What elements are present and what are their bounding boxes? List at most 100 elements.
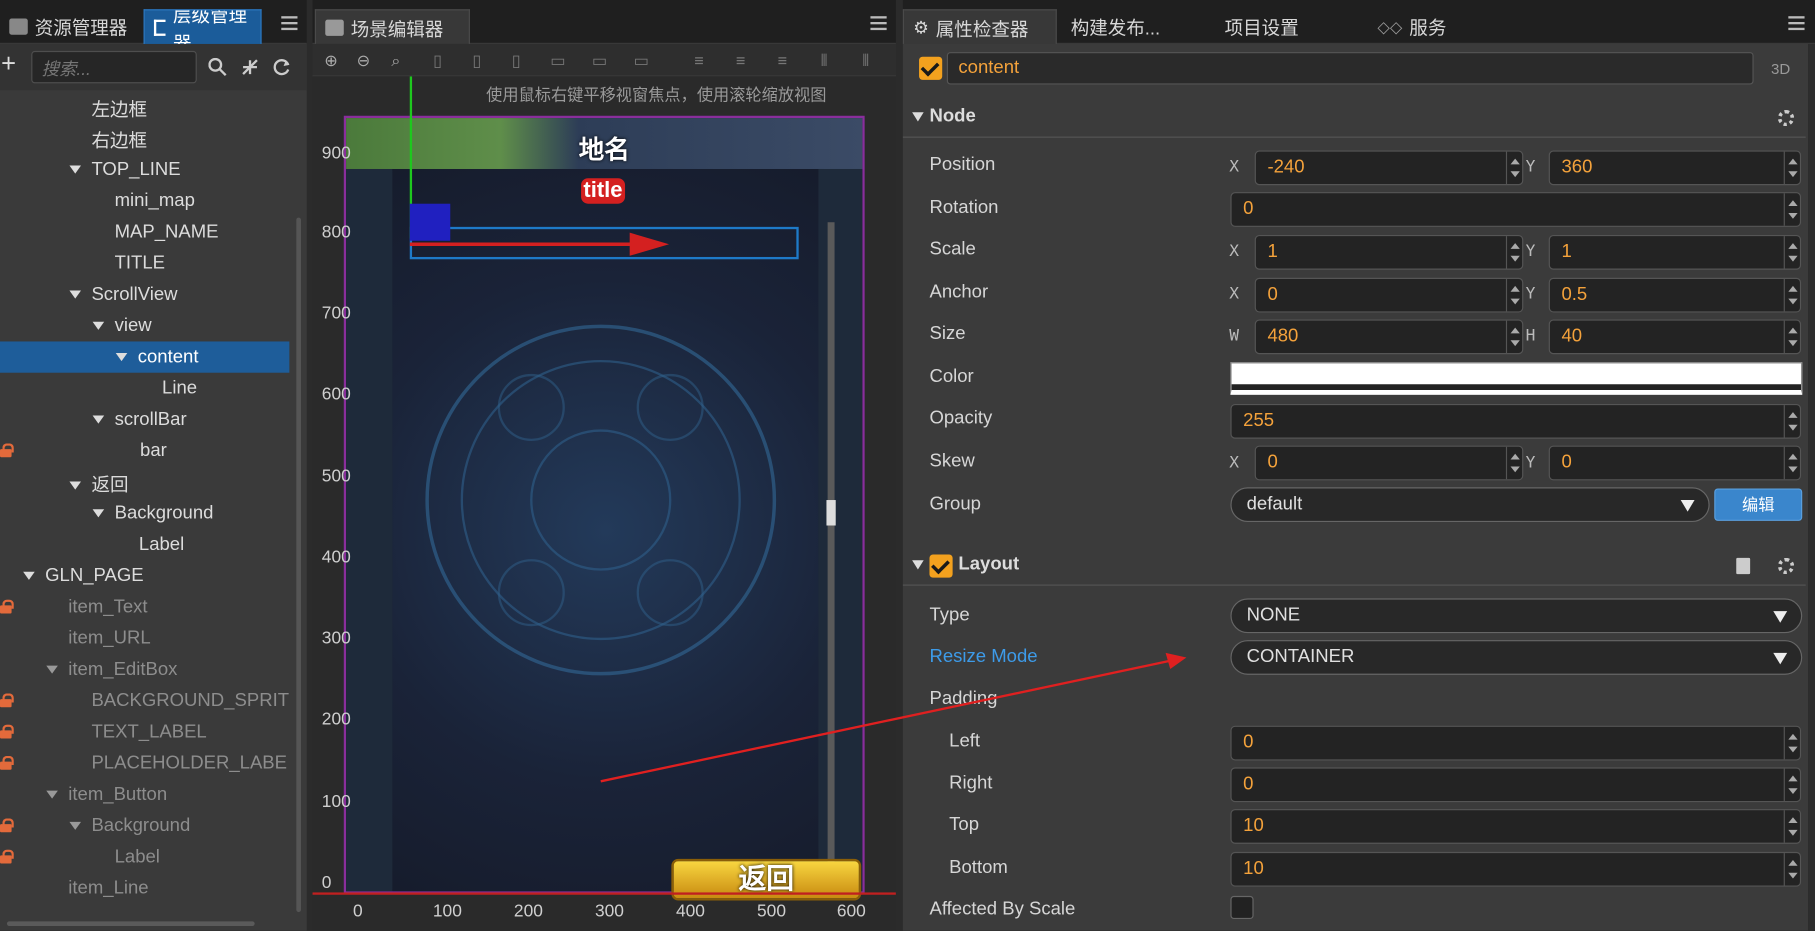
tab-inspector[interactable]: ⚙ 属性检查器 [902,9,1057,44]
expand-icon[interactable] [69,822,82,831]
affected-by-scale-checkbox[interactable] [1230,895,1254,920]
tree-node[interactable]: 右边框 [0,126,289,157]
search-input[interactable]: 搜索... [31,50,197,84]
padding-bottom-input[interactable]: 10 [1230,851,1802,887]
align-top-icon[interactable]: ▭ [549,51,568,70]
tree-node[interactable]: Label [0,529,289,560]
color-swatch[interactable] [1230,362,1803,395]
tab-hierarchy[interactable]: 层级管理器 [143,9,262,44]
tree-node[interactable]: MAP_NAME [0,216,289,247]
layout-enabled-checkbox[interactable] [929,554,953,578]
tree-node[interactable]: TEXT_LABEL [2,716,291,747]
layout-section-header[interactable]: Layout [902,546,1806,586]
tree-node[interactable]: item_Text [2,591,291,622]
scene-editor[interactable]: ⊕ ⊖ ⌕ ▯ ▯ ▯ ▭ ▭ ▭ ≡ ≡ ≡ ⫴ ⫴ 地名 title 返回 … [312,43,896,931]
tree-node[interactable]: mini_map [0,185,289,216]
collapse-icon[interactable] [241,58,260,77]
tab-build[interactable]: 构建发布... [1061,9,1169,44]
expand-icon[interactable] [115,353,128,362]
spinner-icon[interactable] [1783,193,1800,226]
padding-top-input[interactable]: 10 [1230,809,1802,844]
tree-node[interactable]: PLACEHOLDER_LABE [2,748,291,779]
tab-services[interactable]: ◇◇ 服务 [1368,9,1455,44]
tree-node[interactable]: item_Line [0,873,289,904]
expand-icon[interactable] [92,509,105,518]
distribute-vcenter-icon[interactable]: ≡ [732,51,751,70]
rotation-input[interactable]: 0 [1230,192,1802,227]
position-y-input[interactable]: 360 [1548,150,1802,186]
padding-left-input[interactable]: 0 [1230,725,1802,761]
collapse-icon[interactable] [912,560,924,570]
align-vcenter-icon[interactable]: ▭ [590,51,609,70]
distribute-top-icon[interactable]: ≡ [690,51,709,70]
node-active-checkbox[interactable] [919,56,943,80]
tree-node[interactable]: Line [0,373,289,404]
tree-node[interactable]: view [0,310,289,341]
spinner-icon[interactable] [1783,151,1800,185]
spinner-icon[interactable] [1505,236,1522,269]
gear-icon[interactable] [1777,109,1795,127]
tree-node[interactable]: Background [2,810,291,841]
node-name-input[interactable]: content [946,52,1754,85]
tree-node[interactable]: ScrollView [0,279,289,310]
expand-icon[interactable] [69,165,82,174]
spinner-icon[interactable] [1783,726,1800,760]
3d-toggle[interactable]: 3D [1771,60,1790,77]
size-width-input[interactable]: 480 [1254,319,1524,355]
expand-icon[interactable] [69,290,82,299]
node-section-header[interactable]: Node [902,98,1806,138]
align-hcenter-icon[interactable]: ▯ [468,51,487,70]
spinner-icon[interactable] [1783,405,1800,438]
tree-node[interactable]: TITLE [0,248,289,279]
spinner-icon[interactable] [1505,320,1522,354]
skew-x-input[interactable]: 0 [1254,445,1524,481]
tree-node[interactable]: item_EditBox [0,654,289,685]
spinner-icon[interactable] [1783,320,1800,354]
zoom-reset-icon[interactable]: ⌕ [387,51,406,70]
spinner-icon[interactable] [1783,853,1800,886]
spinner-icon[interactable] [1505,446,1522,480]
spinner-icon[interactable] [1783,446,1800,480]
edit-group-button[interactable]: 编辑 [1714,488,1803,521]
expand-icon[interactable] [46,790,58,799]
align-right-icon[interactable]: ▯ [507,51,526,70]
tree-node[interactable]: item_URL [0,623,289,654]
skew-y-input[interactable]: 0 [1548,445,1802,481]
scale-x-input[interactable]: 1 [1254,234,1524,270]
type-select[interactable]: NONE [1230,598,1803,634]
spinner-icon[interactable] [1505,278,1522,312]
expand-icon[interactable] [69,481,82,490]
spinner-icon[interactable] [1783,278,1800,312]
align-left-icon[interactable]: ▯ [428,51,447,70]
expand-icon[interactable] [23,572,35,581]
opacity-input[interactable]: 255 [1230,403,1802,439]
add-node-icon[interactable]: + [1,50,16,76]
inspector-scrollbar[interactable] [1808,43,1815,931]
expand-icon[interactable] [92,415,105,424]
tab-assets[interactable]: 资源管理器 [0,9,137,44]
zoom-in-icon[interactable]: ⊕ [322,51,341,70]
distribute-left-icon[interactable]: ⫴ [815,51,834,70]
tree-node[interactable]: Background [0,498,289,529]
anchor-x-input[interactable]: 0 [1254,277,1524,313]
collapse-icon[interactable] [912,112,924,122]
spinner-icon[interactable] [1783,768,1800,801]
inspector-menu-icon[interactable] [1788,16,1805,33]
spinner-icon[interactable] [1783,236,1800,269]
zoom-out-icon[interactable]: ⊖ [354,51,373,70]
tree-node[interactable]: 返回 [0,470,289,501]
padding-right-input[interactable]: 0 [1230,767,1802,803]
x-axis-arrow-icon[interactable] [409,232,670,257]
search-icon[interactable] [208,57,227,77]
size-height-input[interactable]: 40 [1548,319,1802,355]
scene-viewport[interactable]: 地名 title 返回 900 800 700 600 500 400 300 … [312,76,896,931]
tree-node[interactable]: Label [2,842,291,873]
tree-node[interactable]: 左边框 [0,95,289,126]
vertical-scrollbar[interactable] [296,217,301,913]
anchor-y-input[interactable]: 0.5 [1548,277,1802,313]
resize-mode-select[interactable]: CONTAINER [1230,640,1803,675]
tree-node[interactable]: bar [2,435,291,466]
tree-node[interactable]: GLN_PAGE [0,560,289,591]
tree-node-selected[interactable]: content [0,341,290,373]
gear-icon[interactable] [1777,557,1795,575]
